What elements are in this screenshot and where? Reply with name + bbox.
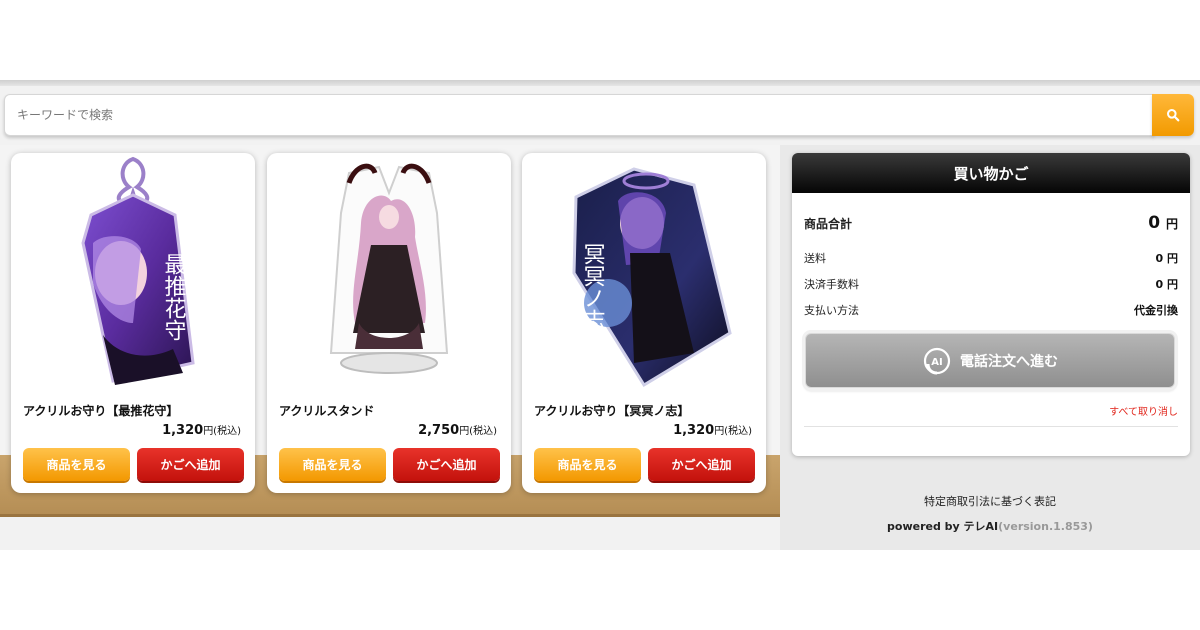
product-shelf: 最推花守 アクリルお守り【最推花守】 1,320円(税込) 商品を見る かごへ追… (0, 145, 780, 550)
fee-value: 0 円 (1155, 278, 1178, 291)
product-price: 1,320円(税込) (162, 423, 241, 438)
cart-fee-row: 決済手数料 0 円 (804, 276, 1178, 292)
top-margin (0, 0, 1200, 80)
shipping-label: 送料 (804, 252, 826, 265)
powered-by: powered by テレAI(version.1.853) (780, 518, 1200, 534)
subtotal-label: 商品合計 (804, 217, 853, 231)
version-text: (version.1.853) (998, 520, 1093, 533)
cart-title: 買い物かご (792, 153, 1190, 193)
product-name: アクリルスタンド (279, 404, 375, 418)
phone-ai-icon: AI (923, 347, 951, 374)
cart-payment-row: 支払い方法 代金引換 (804, 302, 1178, 318)
phone-order-label: 電話注文へ進む (960, 353, 1058, 370)
product-card[interactable]: アクリルスタンド 2,750円(税込) 商品を見る かごへ追加 (267, 153, 511, 493)
shopping-cart-panel: 買い物かご 商品合計 0 円 送料 0 円 決済手数料 0 円 支払い方法 代金… (792, 153, 1190, 456)
view-product-button[interactable]: 商品を見る (23, 448, 130, 481)
fee-label: 決済手数料 (804, 278, 859, 291)
acrylic-stand-image (329, 163, 449, 374)
bottom-margin (0, 550, 1200, 630)
view-product-button[interactable]: 商品を見る (534, 448, 641, 481)
add-to-cart-button[interactable]: かごへ追加 (393, 448, 500, 481)
cart-shipping-row: 送料 0 円 (804, 250, 1178, 266)
search-input[interactable] (4, 94, 1154, 136)
clear-all-link[interactable]: すべて取り消し (1109, 403, 1178, 418)
product-name: アクリルお守り【最推花守】 (23, 404, 179, 418)
charm-kanji: 冥冥ノ志 (580, 243, 605, 331)
add-to-cart-button[interactable]: かごへ追加 (648, 448, 755, 481)
add-to-cart-button[interactable]: かごへ追加 (137, 448, 244, 481)
product-image[interactable]: 最推花守 (23, 153, 243, 393)
product-image[interactable]: 冥冥ノ志 (534, 153, 754, 393)
subtotal-value: 0 円 (1148, 213, 1178, 233)
search-button[interactable] (1152, 94, 1194, 136)
svg-text:AI: AI (931, 357, 942, 368)
shelf-floor (0, 517, 780, 550)
product-card[interactable]: 冥冥ノ志 アクリルお守り【冥冥ノ志】 1,320円(税込) 商品を見る かごへ追… (522, 153, 766, 493)
acrylic-charm-image: 最推花守 (81, 156, 195, 385)
powered-by-text: powered by テレAI (887, 520, 999, 533)
product-image[interactable] (279, 153, 499, 393)
payment-label: 支払い方法 (804, 304, 859, 317)
charm-kanji: 最推花守 (161, 253, 187, 341)
cart-subtotal-row: 商品合計 0 円 (804, 213, 1178, 233)
payment-value: 代金引換 (1134, 304, 1178, 317)
shipping-value: 0 円 (1155, 252, 1178, 265)
acrylic-charm-image: 冥冥ノ志 (572, 167, 732, 388)
product-name: アクリルお守り【冥冥ノ志】 (534, 404, 690, 418)
search-icon (1167, 109, 1180, 122)
view-product-button[interactable]: 商品を見る (279, 448, 386, 481)
product-price: 1,320円(税込) (673, 423, 752, 438)
product-price: 2,750円(税込) (418, 423, 497, 438)
phone-order-button[interactable]: AI 電話注文へ進む (805, 333, 1175, 388)
cart-divider (804, 426, 1178, 427)
search-bar (4, 94, 1194, 136)
legal-notice-link[interactable]: 特定商取引法に基づく表記 (780, 493, 1200, 509)
product-card[interactable]: 最推花守 アクリルお守り【最推花守】 1,320円(税込) 商品を見る かごへ追… (11, 153, 255, 493)
